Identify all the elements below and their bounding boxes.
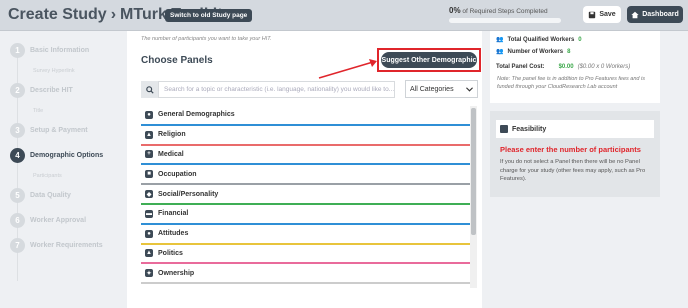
dashboard-button[interactable]: Dashboard [627, 6, 683, 23]
step-number: 7 [10, 238, 25, 253]
ownership-icon: ✦ [145, 269, 153, 278]
save-button[interactable]: Save [583, 6, 621, 23]
suggest-demographic-button[interactable]: Suggest Other Demographic [381, 52, 477, 68]
panel-cost-row: Total Panel Cost: $0.00 ($0.00 x 0 Workers… [496, 64, 630, 70]
panel-label: Financial [158, 210, 189, 218]
search-button[interactable] [141, 81, 158, 98]
sidebar-step-basic-info[interactable]: 1 Basic Information [10, 43, 89, 58]
panel-label: Politics [158, 249, 183, 257]
panel-label: Ownership [158, 269, 195, 277]
title-create-study: Create Study [8, 6, 107, 23]
sidebar-step-demographic-options[interactable]: 4 Demographic Options [10, 148, 103, 163]
panel-label: General Demographics [158, 111, 235, 119]
total-qualified-row: 👥 Total Qualified Workers 0 [496, 36, 582, 44]
feasibility-text: If you do not select a Panel then there … [500, 159, 646, 182]
total-qualified-value: 0 [578, 36, 582, 43]
step-number: 6 [10, 213, 25, 228]
workers-row: 👥 Number of Workers 8 [496, 48, 571, 56]
step-number: 2 [10, 83, 25, 98]
step-label: Basic Information [30, 47, 90, 54]
breadcrumb-chevron: › [110, 6, 117, 23]
search-icon [145, 85, 154, 94]
progress-indicator: 0% of Required Steps Completed [449, 6, 561, 23]
panel-list: ● General Demographics ▲ Religion + Medical… [141, 106, 471, 288]
step-number: 3 [10, 123, 25, 138]
panel-fee-note: Note: The panel fee is in addition to Pr… [497, 76, 645, 90]
step-label: Describe HIT [30, 87, 73, 94]
feasibility-title: Feasibility [512, 125, 547, 133]
panel-item-financial[interactable]: ▬ Financial [141, 204, 471, 225]
choose-panels-heading: Choose Panels [141, 55, 213, 66]
steps-sidebar: 1 Basic Information Survey Hyperlink 2 D… [0, 31, 126, 308]
progress-percent: 0% [449, 6, 461, 15]
panel-label: Medical [158, 150, 184, 158]
feasibility-icon [500, 125, 508, 133]
people-icon: 👥 [496, 49, 504, 55]
panel-cost-value: $0.00 [558, 64, 574, 70]
sidebar-step-describe-hit[interactable]: 2 Describe HIT [10, 83, 73, 98]
category-select[interactable]: All Categories [405, 80, 478, 98]
category-select-value: All Categories [410, 85, 454, 93]
feasibility-box: Feasibility Please enter the number of p… [490, 111, 660, 197]
list-scrollbar-thumb[interactable] [471, 108, 476, 235]
total-qualified-label: Total Qualified Workers [507, 36, 575, 43]
money-icon: ▬ [145, 209, 153, 218]
person-icon: ● [145, 110, 153, 119]
step-label: Setup & Payment [30, 127, 88, 134]
sidebar-step-worker-requirements[interactable]: 7 Worker Requirements [10, 238, 103, 253]
main-panel: The number of participants you want to t… [127, 31, 482, 308]
cost-summary: 👥 Total Qualified Workers 0 👥 Number of Wor… [490, 31, 660, 103]
step-number: 5 [10, 188, 25, 203]
attitude-icon: ● [145, 229, 153, 238]
panel-item-ownership[interactable]: ✦ Ownership [141, 264, 471, 285]
progress-bar [449, 18, 561, 23]
top-header: Create Study›MTurk Toolkit Switch to old… [0, 0, 688, 31]
panel-item-occupation[interactable]: ■ Occupation [141, 165, 471, 186]
step-number: 4 [10, 148, 25, 163]
step-label: Demographic Options [30, 152, 104, 159]
workers-label: Number of Workers [507, 48, 564, 55]
sidebar-step-worker-approval[interactable]: 6 Worker Approval [10, 213, 86, 228]
panel-label: Religion [158, 131, 186, 139]
feasibility-header: Feasibility [496, 120, 654, 138]
panel-label: Social/Personality [158, 190, 219, 198]
sidebar-substep-participants[interactable]: Participants [33, 173, 62, 179]
step-label: Data Quality [30, 192, 71, 199]
dashboard-label: Dashboard [642, 11, 679, 18]
social-icon: ◆ [145, 190, 153, 199]
panel-item-general-demographics[interactable]: ● General Demographics [141, 106, 471, 126]
home-icon [631, 11, 639, 18]
feasibility-warning: Please enter the number of participants [500, 145, 641, 154]
briefcase-icon: ■ [145, 170, 153, 179]
sidebar-step-data-quality[interactable]: 5 Data Quality [10, 188, 71, 203]
panel-item-attitudes[interactable]: ● Attitudes [141, 224, 471, 245]
progress-label: of Required Steps Completed [462, 8, 548, 15]
save-label: Save [599, 11, 616, 18]
panel-label: Attitudes [158, 230, 189, 238]
panel-item-social-personality[interactable]: ◆ Social/Personality [141, 185, 471, 205]
sidebar-step-setup-payment[interactable]: 3 Setup & Payment [10, 123, 88, 138]
panel-label: Occupation [158, 170, 197, 178]
chevron-down-icon [466, 86, 473, 92]
panel-item-religion[interactable]: ▲ Religion [141, 125, 471, 146]
step-label: Worker Requirements [30, 242, 103, 249]
sidebar-substep-survey-hyperlink[interactable]: Survey Hyperlink [33, 68, 75, 74]
participants-hint: The number of participants you want to t… [141, 36, 272, 42]
panel-cost-label: Total Panel Cost: [496, 64, 545, 70]
step-number: 1 [10, 43, 25, 58]
panel-cost-detail: ($0.00 x 0 Workers) [577, 64, 631, 70]
panel-search-input[interactable]: Search for a topic or characteristic (i.… [158, 81, 395, 98]
workers-value: 8 [567, 48, 571, 55]
floppy-icon [589, 11, 596, 18]
people-icon: 👥 [496, 37, 504, 43]
switch-old-page-button[interactable]: Switch to old Study page [165, 9, 253, 22]
annotation-arrow-icon [318, 59, 377, 79]
politics-icon: ▲ [145, 249, 153, 258]
sidebar-substep-title[interactable]: Title [33, 108, 43, 114]
step-label: Worker Approval [30, 217, 87, 224]
building-icon: ▲ [145, 130, 153, 139]
panel-item-politics[interactable]: ▲ Politics [141, 244, 471, 265]
medical-icon: + [145, 150, 153, 159]
panel-item-medical[interactable]: + Medical [141, 145, 471, 166]
